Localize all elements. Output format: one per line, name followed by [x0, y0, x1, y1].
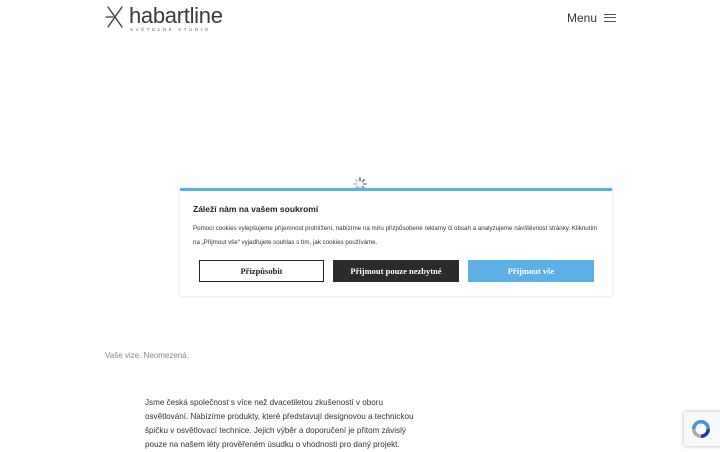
menu-label: Menu — [566, 11, 597, 25]
cookie-banner-text: Pomocí cookies vylepšujeme příjemnost pr… — [193, 225, 598, 246]
about-paragraph: Jsme česká společnost s více než dvaceti… — [145, 398, 414, 449]
hamburger-icon — [604, 14, 616, 22]
site-header: habartline SVĚTELNÉ STUDIO Menu — [0, 0, 720, 40]
logo-mark-icon — [105, 6, 123, 28]
accept-all-button[interactable]: Přijmout vše — [468, 260, 594, 282]
cookie-banner-title: Záleží nám na vašem soukromí — [193, 204, 319, 214]
logo-name: habartline — [129, 3, 223, 28]
customize-button[interactable]: Přizpůsobit — [199, 260, 324, 282]
cookie-consent-banner: Záleží nám na vašem soukromí Pomocí cook… — [180, 188, 612, 296]
recaptcha-icon — [692, 420, 710, 438]
menu-button[interactable]: Menu — [567, 11, 616, 25]
logo[interactable]: habartline SVĚTELNÉ STUDIO — [105, 3, 223, 32]
page-tagline: Vaše vize. Neomezená. — [105, 351, 189, 360]
accept-necessary-button[interactable]: Přijmout pouze nezbytné — [333, 260, 459, 282]
logo-tagline: SVĚTELNÉ STUDIO — [130, 27, 211, 32]
recaptcha-badge[interactable] — [684, 412, 720, 446]
